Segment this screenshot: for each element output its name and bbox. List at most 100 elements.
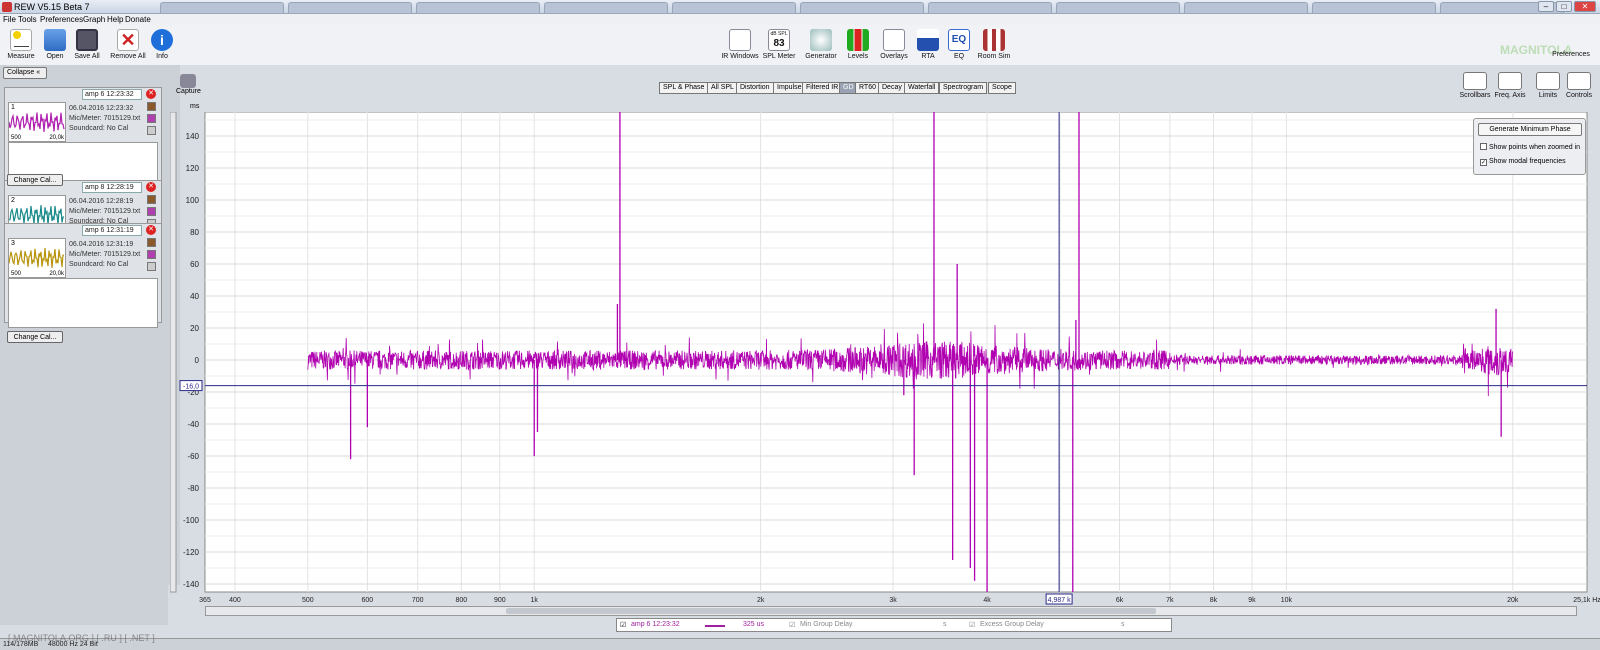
tab-impulse[interactable]: Impulse <box>773 82 806 94</box>
generate-minimum-phase-button[interactable]: Generate Minimum Phase <box>1478 123 1582 136</box>
edit-icon[interactable] <box>147 207 156 216</box>
x-tick-label: 500 <box>302 597 314 604</box>
open-button[interactable]: Open <box>42 29 68 60</box>
measurement-thumbnail[interactable]: 1 500 20,0k <box>8 102 66 142</box>
browser-tab[interactable] <box>544 2 668 13</box>
menu-donate[interactable]: Donate <box>125 15 151 24</box>
y-tick-label: 140 <box>186 132 200 141</box>
spl-meter-button[interactable]: dB SPL 83 SPL Meter <box>761 29 797 60</box>
tab-distortion[interactable]: Distortion <box>736 82 774 94</box>
browser-tab[interactable] <box>1312 2 1436 13</box>
measurement-name[interactable]: amp 6 12:31:19 <box>82 225 142 236</box>
min-gd-checkbox[interactable]: ☑ <box>789 621 795 629</box>
main-toolbar: Measure Open Save All ✕ Remove All i Inf… <box>0 25 1600 65</box>
browser-tab[interactable] <box>160 2 284 13</box>
eq-button[interactable]: EQ EQ <box>946 29 972 60</box>
measurement-thumbnail[interactable]: 3 500 20,0k <box>8 238 66 278</box>
status-bar: 114/178MB 48000 Hz 24 Bit [ MAGNITOLA.OR… <box>0 633 1600 650</box>
x-tick-label: 4k <box>983 597 991 604</box>
chevron-left-icon: « <box>36 69 41 76</box>
collapse-button[interactable]: Collapse « <box>3 67 47 79</box>
delete-icon[interactable]: ✕ <box>146 225 156 235</box>
generator-button[interactable]: Generator <box>803 29 839 60</box>
measure-button[interactable]: Measure <box>6 29 36 60</box>
y-tick-label: -120 <box>183 548 200 557</box>
browser-tab[interactable] <box>672 2 796 13</box>
delete-icon[interactable]: ✕ <box>146 89 156 99</box>
y-tick-label: -80 <box>187 484 199 493</box>
maximize-button[interactable]: □ <box>1556 1 1572 12</box>
edit-icon[interactable] <box>147 250 156 259</box>
measurement-name[interactable]: amp 8 12:28:19 <box>82 182 142 193</box>
browser-tab[interactable] <box>928 2 1052 13</box>
menu-tools[interactable]: Tools <box>18 15 37 24</box>
save-all-button[interactable]: Save All <box>72 29 102 60</box>
browser-tab[interactable] <box>1056 2 1180 13</box>
delete-icon[interactable]: ✕ <box>146 182 156 192</box>
tab-all-spl[interactable]: All SPL <box>707 82 738 94</box>
horizontal-scrollbar[interactable] <box>205 606 1577 616</box>
graph-icon[interactable] <box>147 102 156 111</box>
graph-icon[interactable] <box>147 238 156 247</box>
notes-icon[interactable] <box>147 262 156 271</box>
overlays-icon <box>883 29 905 51</box>
remove-all-icon: ✕ <box>117 29 139 51</box>
menu-file[interactable]: File <box>3 15 16 24</box>
menu-help[interactable]: Help <box>107 15 123 24</box>
preferences-button[interactable]: Preferences <box>1548 51 1594 58</box>
y-tick-label: 60 <box>190 260 199 269</box>
y-scrollbar[interactable] <box>169 111 177 593</box>
levels-button[interactable]: Levels <box>843 29 873 60</box>
controls-icon <box>1567 72 1591 90</box>
change-cal-button[interactable]: Change Cal... <box>7 331 63 343</box>
generator-icon <box>810 29 832 51</box>
tab-spectrogram[interactable]: Spectrogram <box>939 82 988 94</box>
excess-gd-checkbox[interactable]: ☑ <box>969 621 975 629</box>
show-points-checkbox[interactable]: Show points when zoomed in <box>1480 143 1580 151</box>
legend-name: amp 6 12:23:32 <box>631 621 680 628</box>
tab-filtered-ir[interactable]: Filtered IR <box>802 82 843 94</box>
graph-icon[interactable] <box>147 195 156 204</box>
info-icon: i <box>151 29 173 51</box>
overlays-button[interactable]: Overlays <box>876 29 912 60</box>
info-button[interactable]: i Info <box>150 29 174 60</box>
measurement-item[interactable]: amp 6 12:31:19 ✕ 3 500 20,0k 06.04.2016 … <box>4 223 162 328</box>
graph-controls-panel: Generate Minimum Phase Show points when … <box>1473 118 1586 175</box>
tab-decay[interactable]: Decay <box>878 82 906 94</box>
freq-axis-icon <box>1498 72 1522 90</box>
show-modal-checkbox[interactable]: ✓ Show modal frequencies <box>1480 158 1566 166</box>
scrollbar-thumb[interactable] <box>506 608 1156 614</box>
scrollbars-icon <box>1463 72 1487 90</box>
controls-button[interactable]: Controls <box>1559 72 1599 99</box>
notes-icon[interactable] <box>147 126 156 135</box>
x-tick-label: 1k <box>531 597 539 604</box>
tab-rt60[interactable]: RT60 <box>855 82 880 94</box>
legend-checkbox[interactable]: ☑ <box>620 621 626 629</box>
group-delay-plot[interactable]: -140 -120 -100 -80 -60 -40 -20 0 20 40 60 80 100 120 1… <box>169 111 1600 620</box>
browser-tab[interactable] <box>1184 2 1308 13</box>
browser-tab[interactable] <box>800 2 924 13</box>
browser-tab[interactable] <box>288 2 412 13</box>
freq-axis-button[interactable]: Freq. Axis <box>1490 72 1530 99</box>
menu-graph[interactable]: Graph <box>83 15 105 24</box>
edit-icon[interactable] <box>147 114 156 123</box>
close-button[interactable]: ✕ <box>1574 1 1596 12</box>
measurement-item[interactable]: amp 8 12:28:19 ✕ 2 500 20,0k 06.04.2016 … <box>4 180 162 235</box>
room-sim-button[interactable]: Room Sim <box>976 29 1012 60</box>
tab-waterfall[interactable]: Waterfall <box>904 82 940 94</box>
menu-preferences[interactable]: Preferences <box>40 15 83 24</box>
minimize-button[interactable]: – <box>1538 1 1554 12</box>
measurement-name[interactable]: amp 6 12:23:32 <box>82 89 142 100</box>
remove-all-button[interactable]: ✕ Remove All <box>108 29 148 60</box>
tab-scope[interactable]: Scope <box>988 82 1016 94</box>
scrollbars-button[interactable]: Scrollbars <box>1455 72 1495 99</box>
change-cal-button[interactable]: Change Cal... <box>7 174 63 186</box>
x-tick-label: 7k <box>1166 597 1174 604</box>
browser-tab[interactable] <box>416 2 540 13</box>
notes-area[interactable] <box>8 278 158 328</box>
x-tick-label: 900 <box>494 597 506 604</box>
ir-windows-button[interactable]: IR Windows <box>720 29 760 60</box>
rta-button[interactable]: RTA <box>915 29 941 60</box>
tab-spl-phase[interactable]: SPL & Phase <box>659 82 709 94</box>
capture-button[interactable]: Capture <box>176 74 201 95</box>
